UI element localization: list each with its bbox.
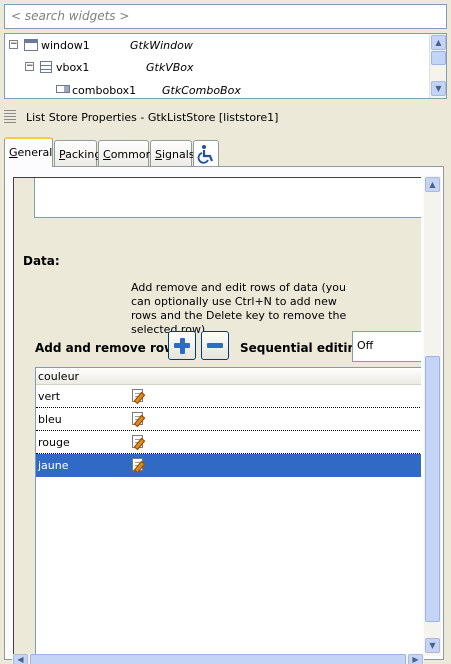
scroll-down-icon[interactable]: ▼	[425, 638, 440, 653]
property-tabs: General Packing Common Signals	[4, 137, 447, 167]
scrollbar-thumb[interactable]	[30, 654, 406, 664]
list-row[interactable]: rouge	[36, 431, 421, 454]
vbox-icon	[40, 61, 52, 73]
tab-signals[interactable]: Signals	[150, 140, 195, 167]
add-row-button[interactable]	[168, 331, 196, 360]
tree-row-vbox1[interactable]: − vbox1 GtkVBox	[5, 56, 430, 78]
tree-item-name: window1	[41, 39, 90, 52]
general-content: Data: Add remove and edit rows of data (…	[13, 177, 421, 661]
wheelchair-icon	[197, 145, 214, 164]
widget-tree: − window1 GtkWindow − vbox1 GtkVBox comb…	[4, 33, 447, 99]
scrollbar-thumb[interactable]	[425, 356, 440, 622]
panel-horizontal-scrollbar[interactable]: ◀ ▶	[12, 654, 424, 664]
row-value: jaune	[38, 459, 69, 472]
pencil-icon[interactable]	[132, 389, 143, 402]
scroll-down-icon[interactable]: ▼	[431, 81, 446, 96]
collapse-icon[interactable]: −	[9, 40, 18, 49]
tree-item-class: GtkVBox	[146, 61, 194, 74]
remove-row-button[interactable]	[201, 331, 229, 360]
general-panel: Data: Add remove and edit rows of data (…	[4, 166, 444, 661]
scroll-left-icon[interactable]: ◀	[13, 654, 28, 664]
tab-general[interactable]: General	[4, 137, 53, 167]
combobox-icon	[56, 85, 70, 93]
panel-vertical-scrollbar[interactable]: ▲ ▼	[424, 176, 441, 656]
add-remove-rows-label: Add and remove rows:	[35, 341, 188, 355]
list-row-selected[interactable]: jaune	[36, 454, 421, 477]
scroll-up-icon[interactable]: ▲	[431, 35, 446, 50]
tree-row-window1[interactable]: − window1 GtkWindow	[5, 34, 430, 56]
tree-row-combobox1[interactable]: combobox1 GtkComboBox	[5, 78, 430, 98]
tab-common[interactable]: Common	[98, 140, 153, 167]
grip-handle-icon[interactable]	[4, 110, 16, 124]
column-header-couleur[interactable]: couleur	[36, 368, 421, 385]
tree-item-class: GtkWindow	[130, 39, 193, 52]
tab-packing[interactable]: Packing	[54, 140, 101, 167]
data-rows-list: couleur vert bleu rouge jaune	[35, 367, 421, 661]
pencil-icon[interactable]	[132, 458, 143, 471]
scrollbar-thumb[interactable]	[431, 51, 446, 65]
tree-item-name: combobox1	[72, 84, 137, 97]
pencil-icon[interactable]	[132, 435, 143, 448]
window-icon	[24, 39, 38, 51]
comment-textarea[interactable]	[34, 178, 421, 218]
row-value: bleu	[38, 413, 62, 426]
data-help-text: Add remove and edit rows of data (you ca…	[131, 281, 347, 336]
search-widgets-input[interactable]: < search widgets >	[4, 4, 447, 29]
scroll-right-icon[interactable]: ▶	[408, 654, 423, 664]
tree-item-name: vbox1	[56, 61, 90, 74]
properties-header: List Store Properties - GtkListStore [li…	[4, 108, 447, 126]
pencil-icon[interactable]	[132, 412, 143, 425]
row-value: vert	[38, 390, 61, 403]
tree-item-class: GtkComboBox	[162, 84, 241, 97]
sequential-editing-label: Sequential editing:	[240, 341, 370, 355]
minus-icon	[207, 343, 223, 348]
sequential-editing-combo[interactable]: Off	[352, 331, 421, 362]
tree-scrollbar[interactable]: ▲ ▼	[429, 34, 446, 98]
tab-accessibility[interactable]	[193, 140, 219, 167]
data-section-label: Data:	[23, 254, 60, 268]
collapse-icon[interactable]: −	[25, 62, 34, 71]
scroll-up-icon[interactable]: ▲	[425, 177, 440, 192]
properties-title: List Store Properties - GtkListStore [li…	[26, 110, 279, 124]
row-value: rouge	[38, 436, 70, 449]
list-row[interactable]: bleu	[36, 408, 421, 431]
list-row[interactable]: vert	[36, 385, 421, 408]
